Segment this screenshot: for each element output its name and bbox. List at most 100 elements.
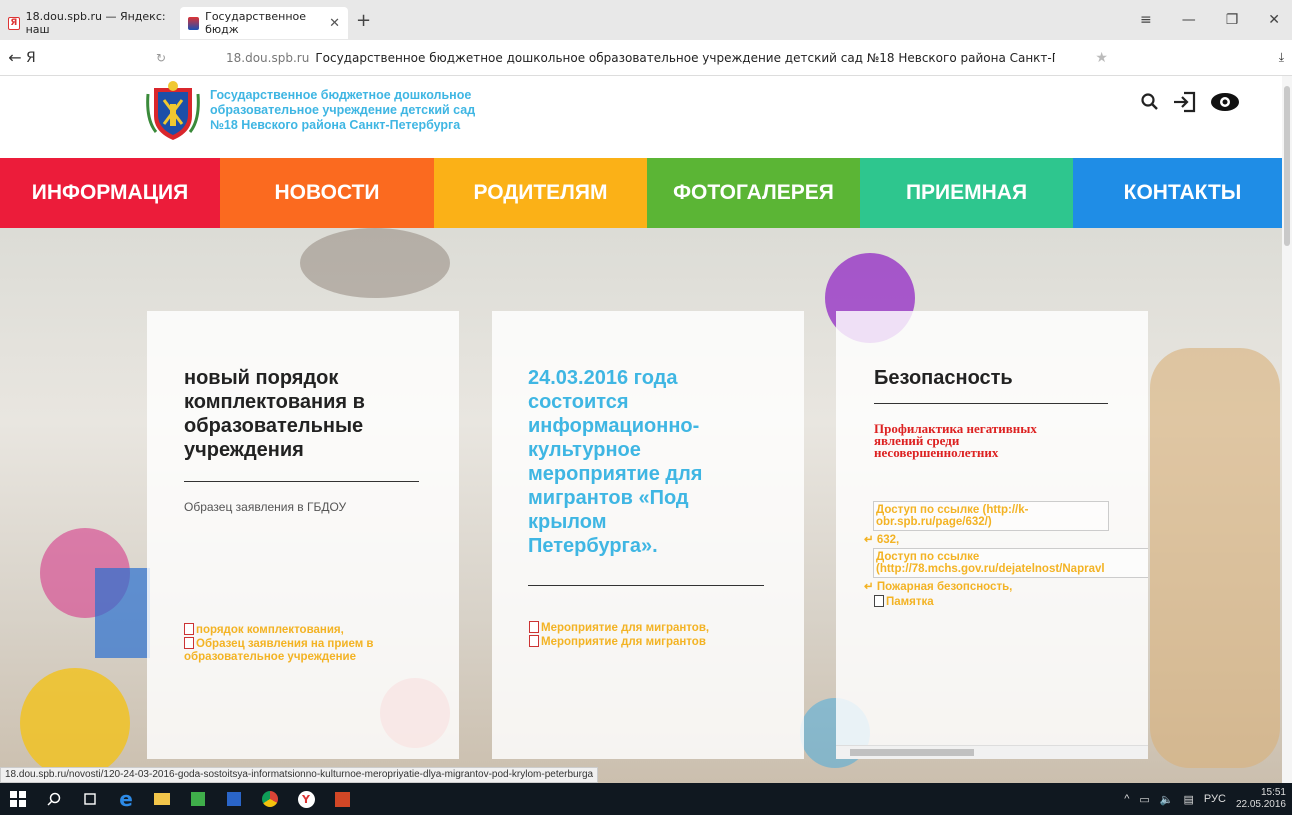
attachment-link[interactable]: Образец заявления на прием в <box>196 638 374 650</box>
clock-date: 22.05.2016 <box>1235 799 1286 810</box>
nav-item-news[interactable]: НОВОСТИ <box>220 158 434 228</box>
safety-card: Безопасность Профилактика негативных явл… <box>836 311 1148 759</box>
site-header: Государственное бюджетное дошкольное обр… <box>0 76 1292 158</box>
card-description: Образец заявления в ГБДОУ <box>184 500 347 514</box>
powerpoint-icon[interactable] <box>324 783 360 815</box>
file-explorer-icon[interactable] <box>144 783 180 815</box>
new-tab-button[interactable]: + <box>356 10 371 31</box>
language-indicator[interactable]: РУС <box>1204 793 1226 805</box>
tab-yandex[interactable]: Я 18.dou.spb.ru — Яндекс: наш <box>0 7 180 39</box>
card-title-line: комплектования в <box>184 391 365 413</box>
attachment-link[interactable]: Мероприятие для мигрантов <box>541 636 706 648</box>
coat-of-arms-logo[interactable] <box>146 80 200 142</box>
menu-icon[interactable]: ≡ <box>1140 12 1152 28</box>
store-icon[interactable] <box>180 783 216 815</box>
nav-item-parents[interactable]: РОДИТЕЛЯМ <box>434 158 647 228</box>
tab-title: Государственное бюдж <box>205 10 307 36</box>
card-title-line: Петербурга». <box>528 535 658 557</box>
news-card-migrants-event: 24.03.2016 года состоится информационно-… <box>492 311 804 759</box>
search-icon[interactable] <box>1140 92 1160 112</box>
nav-label: ПРИЕМНАЯ <box>905 181 1028 204</box>
network-icon[interactable]: ▭ <box>1139 793 1149 806</box>
media-icon[interactable] <box>216 783 252 815</box>
notifications-icon[interactable]: ▤ <box>1184 793 1194 806</box>
address-domain[interactable]: 18.dou.spb.ru <box>226 51 309 65</box>
back-arrow-icon[interactable]: ← <box>4 48 26 67</box>
nav-item-photogallery[interactable]: ФОТОГАЛЕРЕЯ <box>647 158 860 228</box>
card-title-line: мигрантов «Под <box>528 487 689 509</box>
link-632[interactable]: ↵ 632, <box>864 534 899 547</box>
link-text: obr.spb.ru/page/632/) <box>876 516 992 528</box>
link-memo[interactable]: Памятка <box>874 595 934 609</box>
task-view-icon[interactable] <box>72 783 108 815</box>
nav-label: ИНФОРМАЦИЯ <box>31 181 189 204</box>
link-fire-safety[interactable]: ↵ Пожарная безопсность, <box>864 581 1012 594</box>
yandex-browser-icon[interactable]: Y <box>288 783 324 815</box>
card-title[interactable]: 24.03.2016 года состоится информационно-… <box>528 366 778 558</box>
status-bar-url: 18.dou.spb.ru/novosti/120-24-03-2016-god… <box>0 767 599 783</box>
minimize-icon[interactable]: — <box>1182 12 1196 28</box>
edge-browser-icon[interactable]: e <box>108 783 144 815</box>
attachment-link[interactable]: порядок комплектования, <box>196 624 344 636</box>
card-title-line: учреждения <box>184 439 304 461</box>
nav-item-reception[interactable]: ПРИЕМНАЯ <box>860 158 1073 228</box>
tab-title: 18.dou.spb.ru — Яндекс: наш <box>25 10 166 36</box>
card-title-line: новый порядок <box>184 367 339 389</box>
card-title[interactable]: Безопасность <box>874 366 1124 390</box>
decor-ball <box>20 668 130 778</box>
address-page-title[interactable]: Государственное бюджетное дошкольное обр… <box>315 51 1055 65</box>
address-bar: ← Я ↻ 18.dou.spb.ru Государственное бюдж… <box>0 40 1292 76</box>
reload-icon[interactable]: ↻ <box>156 51 186 65</box>
clock[interactable]: 15:51 22.05.2016 <box>1236 787 1286 811</box>
tray-chevron-icon[interactable]: ^ <box>1124 793 1129 805</box>
yandex-favicon-icon: Я <box>8 16 20 30</box>
page-vertical-scrollbar[interactable] <box>1282 76 1292 783</box>
hero-banner: новый порядок комплектования в образоват… <box>0 228 1292 783</box>
restore-icon[interactable]: ❐ <box>1226 12 1239 28</box>
nav-label: РОДИТЕЛЯМ <box>473 181 608 204</box>
card-title-line: информационно- <box>528 415 700 437</box>
card-title[interactable]: новый порядок комплектования в образоват… <box>184 366 434 462</box>
yandex-button[interactable]: Я <box>26 50 46 66</box>
pdf-icon <box>184 623 194 635</box>
card-horizontal-scrollbar[interactable] <box>836 745 1148 759</box>
search-icon[interactable] <box>36 783 72 815</box>
window-controls: ≡ — ❐ ✕ <box>1140 0 1292 40</box>
news-card-enrollment: новый порядок комплектования в образоват… <box>147 311 459 759</box>
link-text: Доступ по ссылке (http://k- <box>876 504 1029 516</box>
organization-name[interactable]: Государственное бюджетное дошкольное обр… <box>210 88 540 133</box>
external-link-box[interactable]: Доступ по ссылке (http://k- obr.spb.ru/p… <box>873 501 1109 531</box>
attachment-link[interactable]: Мероприятие для мигрантов, <box>541 622 709 634</box>
close-tab-icon[interactable]: ✕ <box>329 16 340 31</box>
accessibility-eye-icon[interactable] <box>1210 91 1240 113</box>
volume-icon[interactable]: 🔈 <box>1160 793 1174 806</box>
windows-taskbar: e Y ^ ▭ 🔈 ▤ РУС 15:51 22.05.2016 <box>0 783 1292 815</box>
link-text: 632, <box>876 534 900 546</box>
pdf-icon <box>184 637 194 649</box>
tab-active[interactable]: Государственное бюдж ✕ <box>180 7 348 39</box>
chrome-icon[interactable] <box>252 783 288 815</box>
close-window-icon[interactable]: ✕ <box>1268 12 1280 28</box>
download-icon[interactable]: ⤓ <box>1279 50 1284 65</box>
prevention-heading: Профилактика негативных явлений среди не… <box>874 422 1134 459</box>
scrollbar-thumb[interactable] <box>1284 86 1290 246</box>
nav-label: НОВОСТИ <box>274 181 380 204</box>
external-link-box[interactable]: Доступ по ссылке (http://78.mchs.gov.ru/… <box>873 548 1148 578</box>
decor-child <box>300 228 450 298</box>
link-text: Доступ по ссылке <box>876 551 980 563</box>
nav-item-contacts[interactable]: КОНТАКТЫ <box>1073 158 1292 228</box>
attachment-link-continuation[interactable]: образовательное учреждение <box>184 651 356 663</box>
card-divider <box>184 481 419 482</box>
login-icon[interactable] <box>1172 90 1198 114</box>
windows-start-icon[interactable] <box>0 783 36 815</box>
nav-label: ФОТОГАЛЕРЕЯ <box>673 181 834 204</box>
scrollbar-thumb[interactable] <box>850 749 974 756</box>
card-title-line: культурное <box>528 439 641 461</box>
card-title-line: образовательные <box>184 415 364 437</box>
bookmark-star-icon[interactable]: ★ <box>1095 50 1108 66</box>
org-name-line: №18 Невского района Санкт-Петербурга <box>210 118 461 132</box>
clock-time: 15:51 <box>1260 787 1286 798</box>
org-name-line: Государственное бюджетное дошкольное <box>210 88 472 102</box>
site-favicon-icon <box>188 16 200 30</box>
nav-item-information[interactable]: ИНФОРМАЦИЯ <box>0 158 220 228</box>
